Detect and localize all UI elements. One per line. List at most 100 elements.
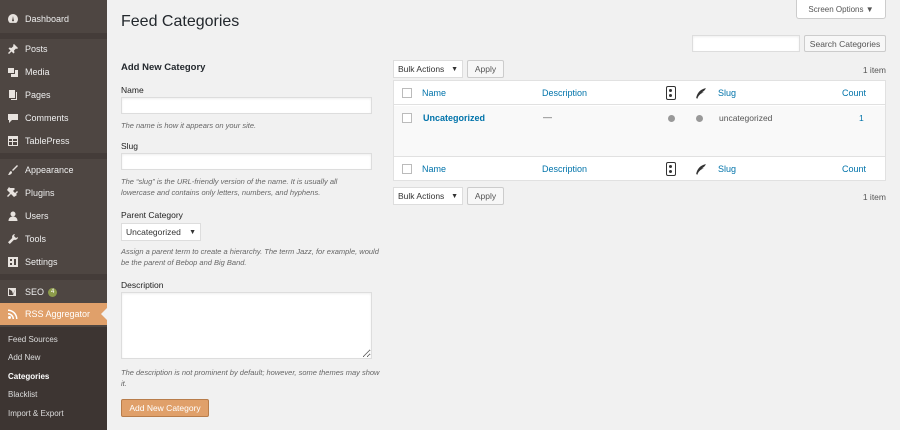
chevron-down-icon: ▼ xyxy=(451,66,458,73)
wrench-icon xyxy=(6,233,19,246)
menu-item-posts[interactable]: Posts xyxy=(0,38,107,60)
menu-item-tools[interactable]: Tools xyxy=(0,228,107,250)
table-header: Name Description Slug Count xyxy=(394,81,885,105)
column-header-count[interactable]: Count xyxy=(842,88,866,98)
feeds-column-icon[interactable] xyxy=(666,86,676,100)
parent-category-label: Parent Category xyxy=(121,210,183,220)
parent-category-value: Uncategorized xyxy=(126,227,181,237)
slug-help-text: The “slug” is the URL-friendly version o… xyxy=(121,177,338,197)
update-count-badge: 4 xyxy=(48,287,58,297)
rss-submenu: Feed Sources Add New Categories Blacklis… xyxy=(0,327,107,430)
menu-item-comments[interactable]: Comments xyxy=(0,107,107,129)
menu-item-settings[interactable]: Settings xyxy=(0,251,107,273)
dashboard-icon xyxy=(6,13,19,26)
menu-label: Tools xyxy=(25,234,47,244)
menu-item-media[interactable]: Media xyxy=(0,61,107,83)
search-categories-button[interactable]: Search Categories xyxy=(804,35,886,52)
item-count-bottom: 1 item xyxy=(862,192,886,202)
menu-label: Media xyxy=(25,67,50,77)
category-count-link[interactable]: 1 xyxy=(859,113,864,123)
form-heading: Add New Category xyxy=(121,62,206,73)
row-checkbox[interactable] xyxy=(402,113,412,123)
menu-label: Users xyxy=(25,211,49,221)
search-input[interactable] xyxy=(692,35,800,52)
submenu-item-categories[interactable]: Categories xyxy=(8,372,49,381)
category-description: — xyxy=(543,112,552,122)
menu-label: Pages xyxy=(25,90,51,100)
plugin-icon xyxy=(6,187,19,200)
pin-icon xyxy=(6,43,19,56)
menu-item-seo[interactable]: SEO 4 xyxy=(0,281,107,303)
menu-label: TablePress xyxy=(25,136,70,146)
menu-label: RSS Aggregator xyxy=(25,309,91,319)
description-label: Description xyxy=(121,280,164,290)
menu-label: Settings xyxy=(25,257,58,267)
column-header-name[interactable]: Name xyxy=(422,88,446,98)
column-footer-count[interactable]: Count xyxy=(842,164,866,174)
menu-item-rss-aggregator[interactable]: RSS Aggregator xyxy=(0,303,107,325)
slug-field[interactable] xyxy=(121,153,372,170)
admin-sidebar: Dashboard Posts Media Pages Comments Tab… xyxy=(0,0,107,430)
submenu-item-import-export[interactable]: Import & Export xyxy=(8,409,64,418)
yoast-icon xyxy=(6,286,19,299)
description-textarea[interactable] xyxy=(121,292,372,359)
menu-label: Plugins xyxy=(25,188,55,198)
menu-item-tablepress[interactable]: TablePress xyxy=(0,130,107,152)
apply-button-bottom[interactable]: Apply xyxy=(467,187,504,205)
menu-label: Dashboard xyxy=(25,14,70,24)
feather-column-icon[interactable] xyxy=(694,163,707,176)
menu-label: Appearance xyxy=(25,165,74,175)
select-all-checkbox-bottom[interactable] xyxy=(402,164,412,174)
chevron-down-icon: ▼ xyxy=(451,193,458,200)
menu-item-dashboard[interactable]: Dashboard xyxy=(0,8,107,30)
name-help-text: The name is how it appears on your site. xyxy=(121,121,257,130)
category-slug: uncategorized xyxy=(719,113,773,123)
column-footer-description[interactable]: Description xyxy=(542,164,587,174)
name-field[interactable] xyxy=(121,97,372,114)
pages-icon xyxy=(6,89,19,102)
submenu-item-feed-sources[interactable]: Feed Sources xyxy=(8,335,58,344)
item-count-top: 1 item xyxy=(862,65,886,75)
column-header-slug[interactable]: Slug xyxy=(718,88,736,98)
bulk-actions-value: Bulk Actions xyxy=(398,64,445,74)
current-menu-arrow xyxy=(101,308,107,320)
menu-label: Posts xyxy=(25,44,48,54)
menu-label: SEO xyxy=(25,287,45,297)
parent-category-select[interactable]: Uncategorized ▼ xyxy=(121,223,201,241)
name-label: Name xyxy=(121,85,144,95)
column-footer-name[interactable]: Name xyxy=(422,164,446,174)
feeds-status-dot xyxy=(668,115,675,122)
categories-table: Name Description Slug Count Uncategorize… xyxy=(393,80,886,181)
add-new-category-button[interactable]: Add New Category xyxy=(121,399,209,417)
select-all-checkbox[interactable] xyxy=(402,88,412,98)
parent-help-text: Assign a parent term to create a hierarc… xyxy=(121,247,379,267)
chevron-down-icon: ▼ xyxy=(189,229,196,236)
column-footer-slug[interactable]: Slug xyxy=(718,164,736,174)
menu-item-users[interactable]: Users xyxy=(0,205,107,227)
screen-options-button[interactable]: Screen Options ▼ xyxy=(796,0,886,19)
brush-icon xyxy=(6,164,19,177)
feeds-column-icon[interactable] xyxy=(666,162,676,176)
table-footer: Name Description Slug Count xyxy=(394,156,885,180)
description-help-text: The description is not prominent by defa… xyxy=(121,368,380,388)
table-icon xyxy=(6,135,19,148)
bulk-actions-select-bottom[interactable]: Bulk Actions ▼ xyxy=(393,187,463,205)
column-header-description[interactable]: Description xyxy=(542,88,587,98)
settings-icon xyxy=(6,256,19,269)
bulk-actions-select-top[interactable]: Bulk Actions ▼ xyxy=(393,60,463,78)
menu-item-plugins[interactable]: Plugins xyxy=(0,182,107,204)
menu-item-pages[interactable]: Pages xyxy=(0,84,107,106)
apply-button-top[interactable]: Apply xyxy=(467,60,504,78)
comments-icon xyxy=(6,112,19,125)
category-name-link[interactable]: Uncategorized xyxy=(423,113,485,123)
media-icon xyxy=(6,66,19,79)
feather-column-icon[interactable] xyxy=(694,87,707,100)
page-title: Feed Categories xyxy=(121,13,240,30)
bulk-actions-value: Bulk Actions xyxy=(398,191,445,201)
slug-label: Slug xyxy=(121,141,139,151)
table-row: Uncategorized — uncategorized 1 xyxy=(394,106,885,156)
menu-label: Comments xyxy=(25,113,69,123)
menu-item-appearance[interactable]: Appearance xyxy=(0,159,107,181)
submenu-item-blacklist[interactable]: Blacklist xyxy=(8,390,37,399)
submenu-item-add-new[interactable]: Add New xyxy=(8,353,40,362)
